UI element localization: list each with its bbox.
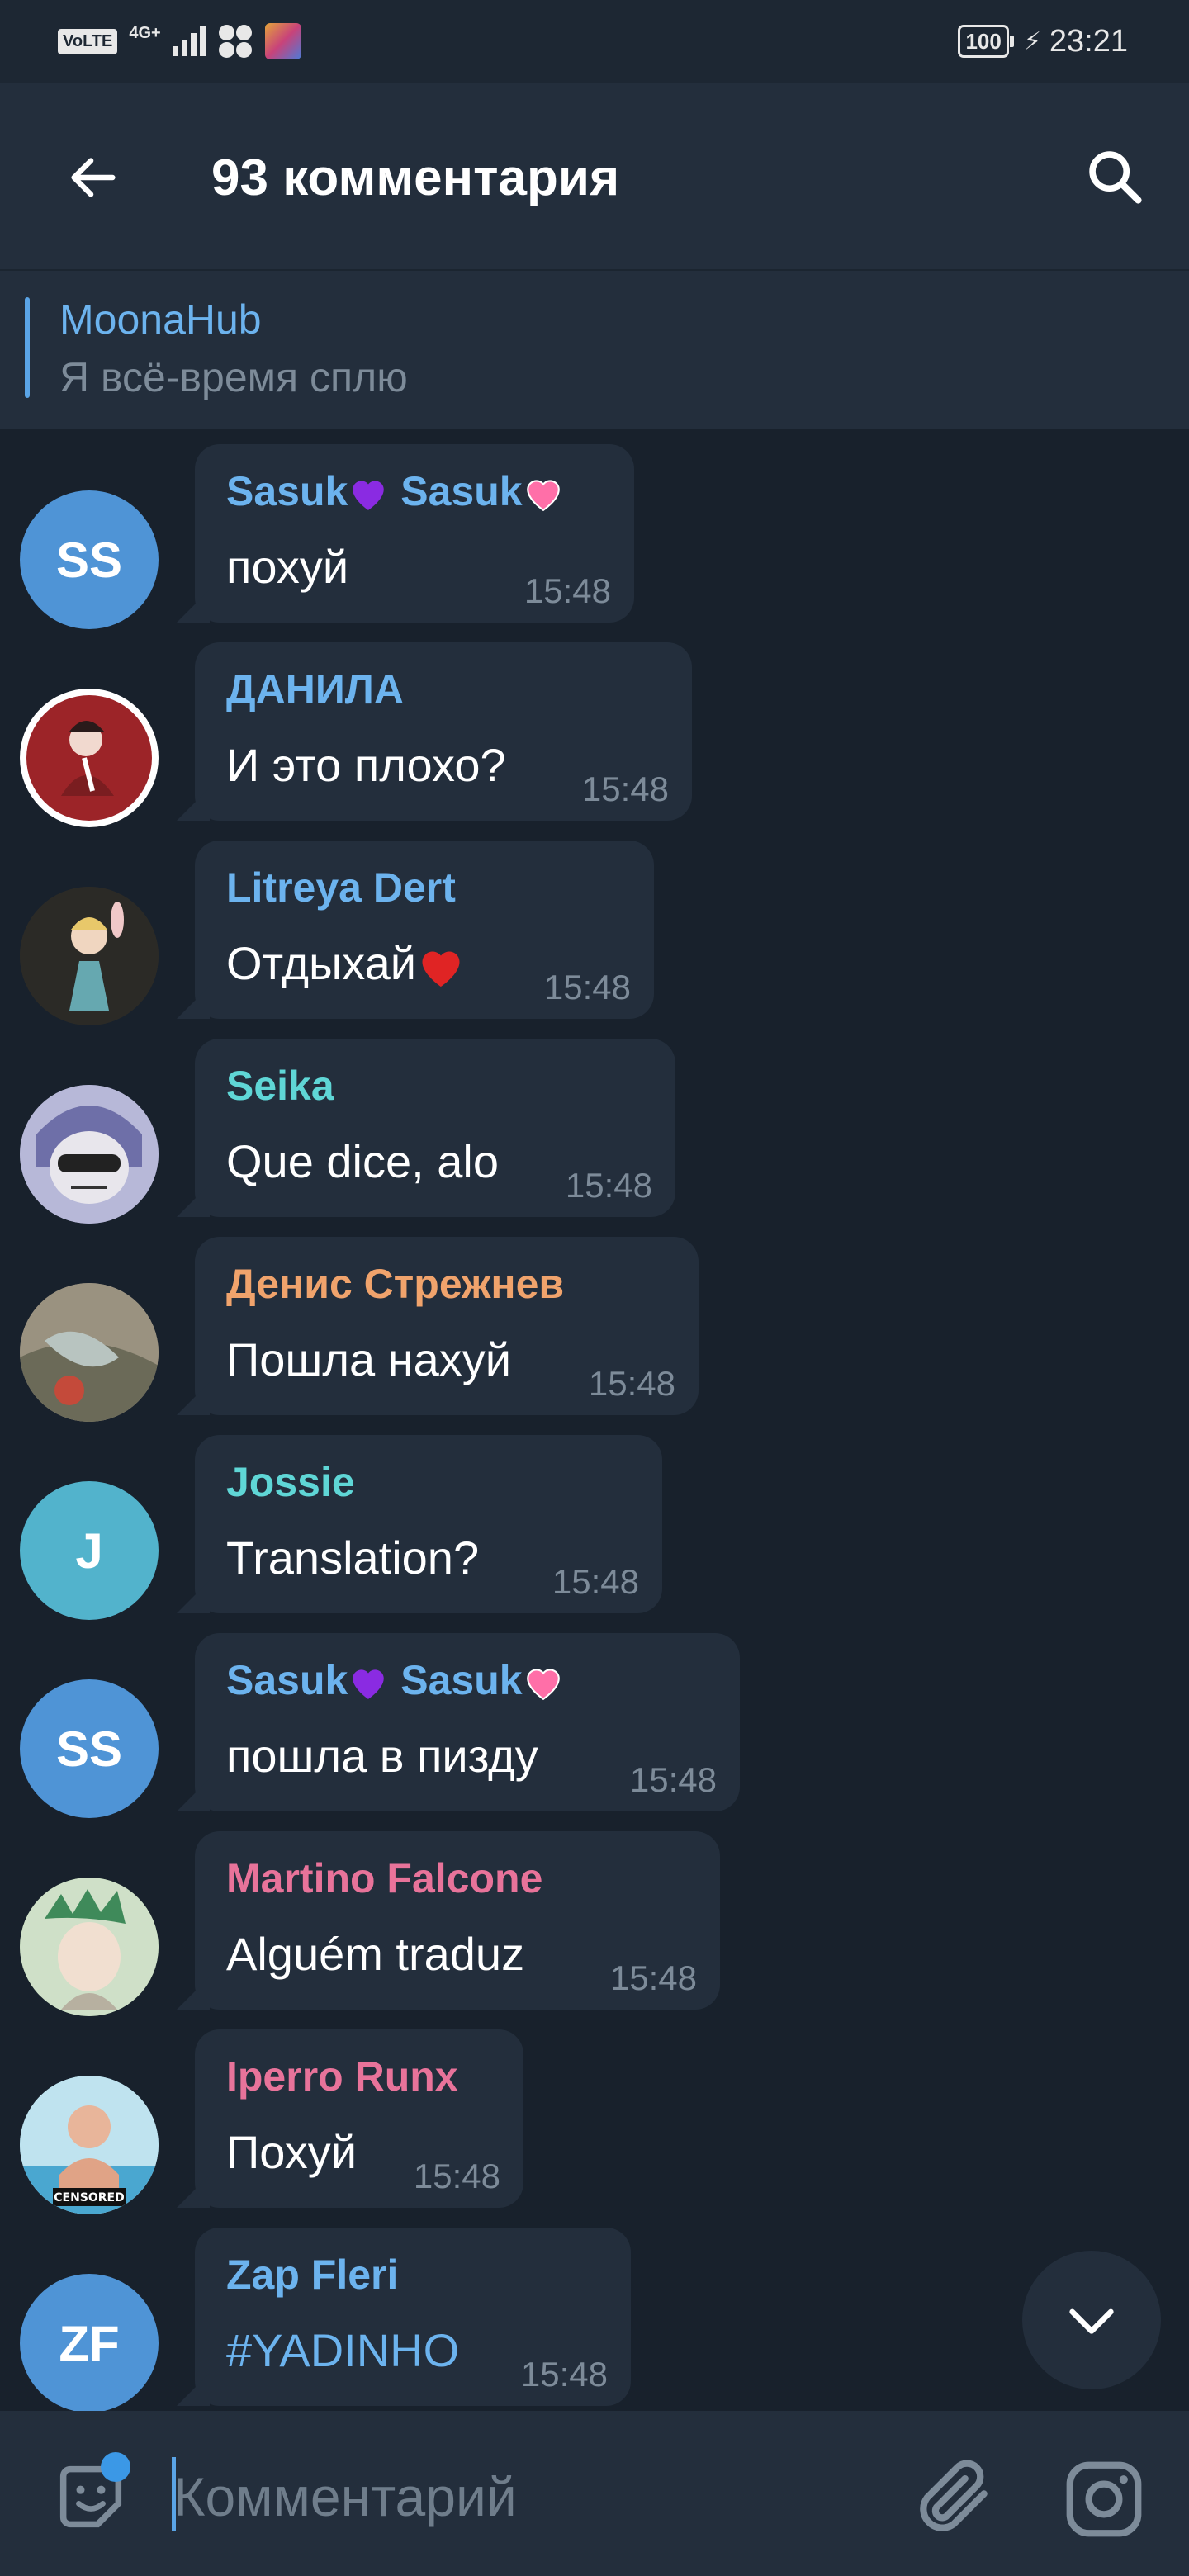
instagram-camera-icon[interactable]: [1059, 2454, 1149, 2545]
avatar[interactable]: J: [20, 1481, 159, 1620]
message-time: 15:48: [565, 1166, 652, 1205]
status-right: 100 ⚡ 23:21: [958, 21, 1128, 61]
sender-name[interactable]: Iperro Runx: [226, 2053, 458, 2100]
avatar[interactable]: SS: [20, 1679, 159, 1818]
avatar[interactable]: CENSORED: [20, 2076, 159, 2214]
message-bubble[interactable]: Iperro Runx Похуй 15:48: [195, 2029, 523, 2208]
message-text: Alguém traduz: [226, 1928, 525, 1980]
hashtag-link[interactable]: #YADINHO: [226, 2323, 459, 2377]
message-bubble[interactable]: Seika Que dice, alo 15:48: [195, 1039, 675, 1217]
avatar[interactable]: [20, 887, 159, 1025]
avatar-initials: ZF: [59, 2315, 120, 2371]
message-text: И это плохо?: [226, 739, 506, 791]
message-bubble[interactable]: Sasuk Sasuk пошла в пизду 15:48: [195, 1633, 740, 1811]
status-bar: VoLTE 4G+ 100 ⚡ 23:21: [0, 0, 1189, 83]
status-time: 23:21: [1049, 23, 1128, 59]
message-bubble[interactable]: Sasuk Sasuk похуй 15:48: [195, 444, 634, 623]
message-list[interactable]: SS Sasuk Sasuk похуй 15:48 ДАНИЛА И это …: [0, 428, 1189, 2411]
search-button[interactable]: [1073, 135, 1156, 218]
app-dots-icon: [217, 23, 253, 59]
sender-name[interactable]: Sasuk Sasuk: [226, 467, 564, 515]
message-text: Que dice, alo: [226, 1135, 499, 1187]
message-bubble[interactable]: Jossie Translation? 15:48: [195, 1435, 662, 1613]
back-button[interactable]: [56, 140, 130, 215]
page-title: 93 комментария: [211, 149, 620, 206]
message-text: пошла в пизду: [226, 1730, 538, 1782]
scroll-down-button[interactable]: [1022, 2251, 1161, 2389]
purple-heart-icon: [353, 481, 385, 510]
message-bubble[interactable]: Денис Стрежнев Пошла нахуй 15:48: [195, 1237, 699, 1415]
avatar[interactable]: [20, 1878, 159, 2016]
pinned-message[interactable]: MoonaHub Я всё-время сплю: [0, 269, 1189, 429]
avatar-image: [20, 887, 159, 1025]
search-icon: [1089, 151, 1142, 204]
sender-name[interactable]: Jossie: [226, 1458, 355, 1506]
purple-heart-icon: [353, 1669, 385, 1699]
battery-icon: 100: [958, 25, 1015, 58]
volte-indicator: VoLTE: [58, 28, 118, 54]
new-stickers-badge: [101, 2452, 130, 2482]
chevron-down-icon: [1069, 2308, 1114, 2334]
pinned-accent-bar: [25, 297, 30, 398]
avatar-image: [20, 1283, 159, 1422]
message-bubble[interactable]: Martino Falcone Alguém traduz 15:48: [195, 1831, 720, 2010]
header: 93 комментария: [0, 83, 1189, 269]
message-time: 15:48: [581, 769, 669, 808]
message-text: Похуй: [226, 2126, 358, 2178]
message-time: 15:48: [520, 2355, 608, 2394]
message-time: 15:48: [588, 1364, 675, 1403]
charging-icon: ⚡: [1023, 27, 1041, 55]
avatar-image: CENSORED: [20, 2076, 159, 2214]
message-bubble[interactable]: Litreya Dert Отдыхай 15:48: [195, 841, 654, 1019]
message-text: Пошла нахуй: [226, 1333, 512, 1385]
message-text: Отдыхай: [226, 936, 466, 990]
message-text: Translation?: [226, 1532, 480, 1584]
message-time: 15:48: [413, 2157, 500, 2195]
comment-input[interactable]: Комментарий: [173, 2465, 517, 2528]
sender-name[interactable]: Денис Стрежнев: [226, 1260, 564, 1308]
sender-name[interactable]: Sasuk Sasuk: [226, 1656, 564, 1704]
message-text: похуй: [226, 541, 349, 593]
sender-name[interactable]: Litreya Dert: [226, 864, 456, 912]
pink-heart-icon: [526, 480, 560, 512]
avatar-image: [20, 1878, 159, 2016]
composer-bar: Комментарий: [0, 2411, 1189, 2576]
avatar[interactable]: ZF: [20, 2274, 159, 2411]
pinned-author: MoonaHub: [59, 296, 262, 343]
message-time: 15:48: [629, 1760, 717, 1799]
paperclip-icon[interactable]: [908, 2452, 999, 2543]
message-bubble[interactable]: Zap Fleri #YADINHO 15:48: [195, 2228, 631, 2406]
red-heart-icon: [422, 951, 460, 987]
pink-heart-icon: [526, 1669, 560, 1701]
avatar-initials: J: [75, 1522, 103, 1579]
message-time: 15:48: [609, 1958, 697, 1997]
avatar-image: [20, 1085, 159, 1224]
pinned-text: Я всё-время сплю: [59, 354, 408, 400]
avatar[interactable]: [20, 1283, 159, 1422]
avatar[interactable]: [20, 689, 159, 827]
message-time: 15:48: [552, 1562, 639, 1601]
avatar-image: [26, 695, 152, 821]
sender-name[interactable]: Martino Falcone: [226, 1854, 542, 1902]
arrow-left-icon: [71, 158, 116, 197]
app-notification-icon: [264, 23, 301, 59]
sender-name[interactable]: Seika: [226, 1062, 334, 1110]
sender-name[interactable]: Zap Fleri: [226, 2251, 398, 2299]
censored-label: CENSORED: [54, 2191, 125, 2204]
avatar[interactable]: SS: [20, 490, 159, 629]
network-type: 4G+: [129, 23, 161, 42]
status-left: VoLTE 4G+: [58, 21, 301, 61]
avatar-initials: SS: [55, 532, 123, 588]
message-bubble[interactable]: ДАНИЛА И это плохо? 15:48: [195, 642, 692, 821]
message-time: 15:48: [543, 968, 631, 1006]
avatar-initials: SS: [55, 1721, 123, 1777]
signal-icon: [172, 26, 206, 56]
sender-name[interactable]: ДАНИЛА: [226, 665, 404, 713]
avatar[interactable]: [20, 1085, 159, 1224]
message-time: 15:48: [523, 571, 611, 610]
